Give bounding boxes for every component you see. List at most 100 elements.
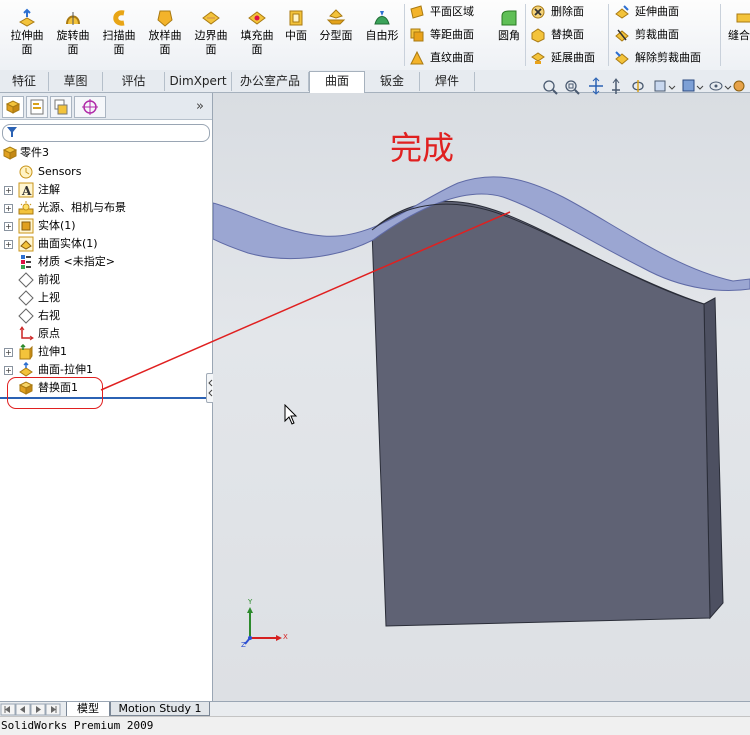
mouse-cursor-icon xyxy=(284,404,298,425)
boundary-surface-button[interactable]: 边界曲 面 xyxy=(188,6,234,66)
delete-face-button[interactable]: 删除面 xyxy=(530,2,584,22)
zoom-to-fit-icon xyxy=(543,80,558,95)
tree-item-label: 前视 xyxy=(38,273,60,286)
revolved-surface-icon xyxy=(66,12,80,25)
tree-item-right-plane[interactable]: 右视 xyxy=(0,307,210,325)
lofted-surface-button[interactable]: 放样曲 面 xyxy=(142,6,188,66)
ribbon-divider xyxy=(608,4,609,66)
tab-sketch[interactable]: 草图 xyxy=(49,72,103,91)
tree-item-lights-cameras[interactable]: + 光源、相机与布景 xyxy=(0,199,210,217)
revolved-surface-button[interactable]: 旋转曲 面 xyxy=(50,6,96,66)
replace-face-icon xyxy=(531,28,545,43)
ribbon-divider xyxy=(720,4,721,66)
delete-face-label: 删除面 xyxy=(551,5,584,18)
tab-surfaces[interactable]: 曲面 xyxy=(309,71,365,93)
trim-surface-button[interactable]: 剪裁曲面 xyxy=(614,25,679,45)
tab-office-products[interactable]: 办公室产品 xyxy=(232,72,309,91)
property-manager-tab[interactable] xyxy=(26,96,48,118)
ruled-surface-label: 直纹曲面 xyxy=(430,51,474,64)
trim-surface-icon xyxy=(615,29,629,42)
tab-weldments[interactable]: 焊件 xyxy=(420,72,475,91)
delete-face-icon xyxy=(531,5,545,19)
dimxpert-manager-tab[interactable] xyxy=(74,96,106,118)
view-orientation-icon xyxy=(654,80,676,92)
tree-filter-bar[interactable] xyxy=(2,124,210,142)
expand-toggle-icon[interactable]: + xyxy=(4,366,13,375)
knit-surface-button[interactable]: 缝合 xyxy=(724,6,750,66)
tree-item-label: 光源、相机与布景 xyxy=(38,201,126,214)
solid-bodies-icon xyxy=(18,218,34,234)
graphics-area[interactable]: 完成 Y X Z xyxy=(213,93,750,701)
ribbon-divider xyxy=(404,4,405,66)
tree-item-origin[interactable]: 原点 xyxy=(0,325,210,343)
display-style-icon xyxy=(682,79,704,92)
feature-manager-tab[interactable] xyxy=(2,96,24,118)
tree-item-label: Sensors xyxy=(38,165,82,178)
tree-item-front-plane[interactable]: 前视 xyxy=(0,271,210,289)
swept-surface-button[interactable]: 扫描曲 面 xyxy=(96,6,142,66)
property-manager-icon xyxy=(30,99,44,115)
fillet-button[interactable]: 圆角 xyxy=(490,6,528,66)
panel-expand-icon[interactable]: » xyxy=(196,99,204,114)
trim-surface-label: 剪裁曲面 xyxy=(635,28,679,41)
feature-tree-icon xyxy=(5,100,21,114)
tab-features[interactable]: 特征 xyxy=(0,72,49,91)
tab-evaluate[interactable]: 评估 xyxy=(103,72,165,91)
extrude-feature-icon xyxy=(19,344,33,360)
expand-toggle-icon[interactable]: + xyxy=(4,186,13,195)
expand-toggle-icon[interactable]: + xyxy=(4,222,13,231)
expand-toggle-icon[interactable]: + xyxy=(4,240,13,249)
extruded-surface-button[interactable]: 拉伸曲 面 xyxy=(4,6,50,66)
extend-surface-label: 延伸曲面 xyxy=(635,5,679,18)
replace-face-button[interactable]: 替换面 xyxy=(530,25,584,45)
radiate-surface-icon xyxy=(531,52,545,64)
radiate-surface-button[interactable]: 延展曲面 xyxy=(530,48,595,68)
ruled-surface-icon xyxy=(410,50,424,65)
tree-item-solid-bodies[interactable]: + 实体(1) xyxy=(0,217,210,235)
status-bar: SolidWorks Premium 2009 xyxy=(0,716,750,735)
tab-scroll-buttons[interactable] xyxy=(0,703,64,716)
surface-bodies-icon xyxy=(18,236,34,252)
tree-item-extrude1[interactable]: + 拉伸1 xyxy=(0,343,210,361)
zoom-to-area-icon xyxy=(565,80,580,95)
tree-item-sensors[interactable]: Sensors xyxy=(0,163,210,181)
parting-surface-button[interactable]: 分型面 xyxy=(313,6,359,66)
planar-surface-button[interactable]: 平面区域 xyxy=(409,2,474,22)
tree-item-annotations[interactable]: + A 注解 xyxy=(0,181,210,199)
surface-extrude-feature-icon xyxy=(19,362,33,377)
plane-icon xyxy=(18,272,34,288)
swept-surface-icon xyxy=(113,10,125,26)
highlight-ellipse xyxy=(7,377,103,409)
extend-surface-button[interactable]: 延伸曲面 xyxy=(614,2,679,22)
tree-item-label: 实体(1) xyxy=(38,219,76,232)
freeform-button[interactable]: 自由形 xyxy=(359,6,405,66)
radiate-surface-label: 延展曲面 xyxy=(551,51,595,64)
annotations-icon: A xyxy=(18,182,34,198)
knit-surface-label: 缝合 xyxy=(728,29,750,42)
offset-surface-button[interactable]: 等距曲面 xyxy=(409,25,474,45)
tab-model[interactable]: 模型 xyxy=(66,702,110,717)
heads-up-view-toolbar xyxy=(540,77,750,97)
tree-item-label: 材质 <未指定> xyxy=(38,255,115,268)
tree-item-material[interactable]: 材质 <未指定> xyxy=(0,253,210,271)
annotation-complete-label: 完成 xyxy=(390,129,455,167)
tree-item-top-plane[interactable]: 上视 xyxy=(0,289,210,307)
plane-icon xyxy=(18,308,34,324)
tab-dimxpert[interactable]: DimXpert xyxy=(165,72,232,91)
configuration-manager-tab[interactable] xyxy=(50,96,72,118)
origin-icon xyxy=(19,326,34,341)
untrim-surface-button[interactable]: 解除剪裁曲面 xyxy=(614,48,701,68)
extruded-surface-icon xyxy=(18,8,36,27)
tab-sheet-metal[interactable]: 钣金 xyxy=(365,72,420,91)
expand-toggle-icon[interactable]: + xyxy=(4,204,13,213)
freeform-label: 自由形 xyxy=(365,29,399,42)
configuration-manager-icon xyxy=(54,99,68,115)
tab-motion-study[interactable]: Motion Study 1 xyxy=(110,702,210,716)
coordinate-triad: Y X Z xyxy=(241,598,291,649)
tree-item-surface-bodies[interactable]: + 曲面实体(1) xyxy=(0,235,210,253)
offset-surface-label: 等距曲面 xyxy=(430,28,474,41)
dimxpert-target-icon xyxy=(82,99,98,115)
expand-toggle-icon[interactable]: + xyxy=(4,348,13,357)
lofted-surface-label: 放样曲 面 xyxy=(148,29,182,56)
ruled-surface-button[interactable]: 直纹曲面 xyxy=(409,48,474,68)
